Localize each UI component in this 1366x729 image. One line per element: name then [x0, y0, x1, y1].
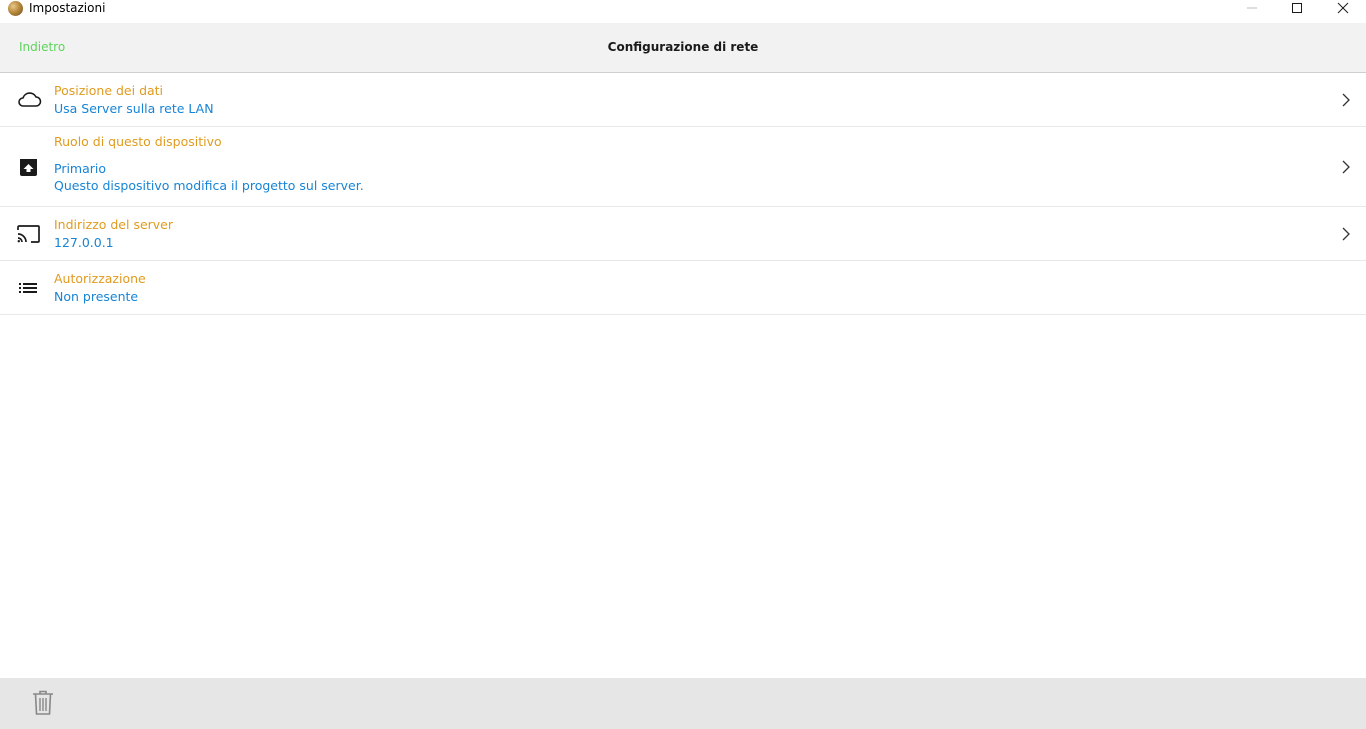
settings-window: Impostazioni Configurazione di rete Indi…	[0, 0, 1366, 729]
setting-value: 127.0.0.1	[54, 235, 114, 250]
setting-row-data-location[interactable]: Posizione dei dati Usa Server sulla rete…	[0, 73, 1366, 127]
window-title: Impostazioni	[29, 1, 106, 15]
setting-row-server-address[interactable]: Indirizzo del server 127.0.0.1	[0, 207, 1366, 261]
cast-icon	[17, 225, 40, 243]
trash-icon[interactable]	[32, 690, 54, 716]
chevron-right-icon	[1342, 93, 1350, 107]
setting-title: Ruolo di questo dispositivo	[54, 134, 222, 149]
settings-list: Posizione dei dati Usa Server sulla rete…	[0, 73, 1366, 315]
back-link[interactable]: Indietro	[19, 40, 65, 55]
close-icon	[1337, 2, 1349, 14]
list-icon	[19, 283, 37, 293]
setting-title: Indirizzo del server	[54, 217, 174, 232]
setting-description: Questo dispositivo modifica il progetto …	[54, 178, 364, 193]
nav-header: Configurazione di rete Indietro	[0, 23, 1366, 73]
setting-value: Usa Server sulla rete LAN	[54, 101, 214, 116]
upload-box-icon	[20, 159, 37, 176]
page-title: Configurazione di rete	[607, 40, 759, 54]
setting-value: Primario	[54, 161, 107, 176]
close-button[interactable]	[1320, 0, 1366, 16]
title-bar: Impostazioni	[0, 0, 1366, 23]
setting-row-authorization[interactable]: Autorizzazione Non presente	[0, 261, 1366, 315]
chevron-right-icon	[1342, 227, 1350, 241]
setting-value: Non presente	[54, 289, 139, 304]
minimize-button[interactable]	[1229, 0, 1275, 16]
chevron-right-icon	[1342, 160, 1350, 174]
app-globe-icon	[8, 1, 23, 16]
minimize-icon	[1247, 7, 1257, 9]
cloud-icon	[18, 92, 42, 107]
setting-row-device-role[interactable]: Ruolo di questo dispositivo Primario Que…	[0, 127, 1366, 207]
maximize-icon	[1292, 3, 1302, 13]
setting-title: Autorizzazione	[54, 271, 146, 286]
setting-title: Posizione dei dati	[54, 83, 164, 98]
maximize-button[interactable]	[1274, 0, 1320, 16]
footer-toolbar	[0, 678, 1366, 729]
